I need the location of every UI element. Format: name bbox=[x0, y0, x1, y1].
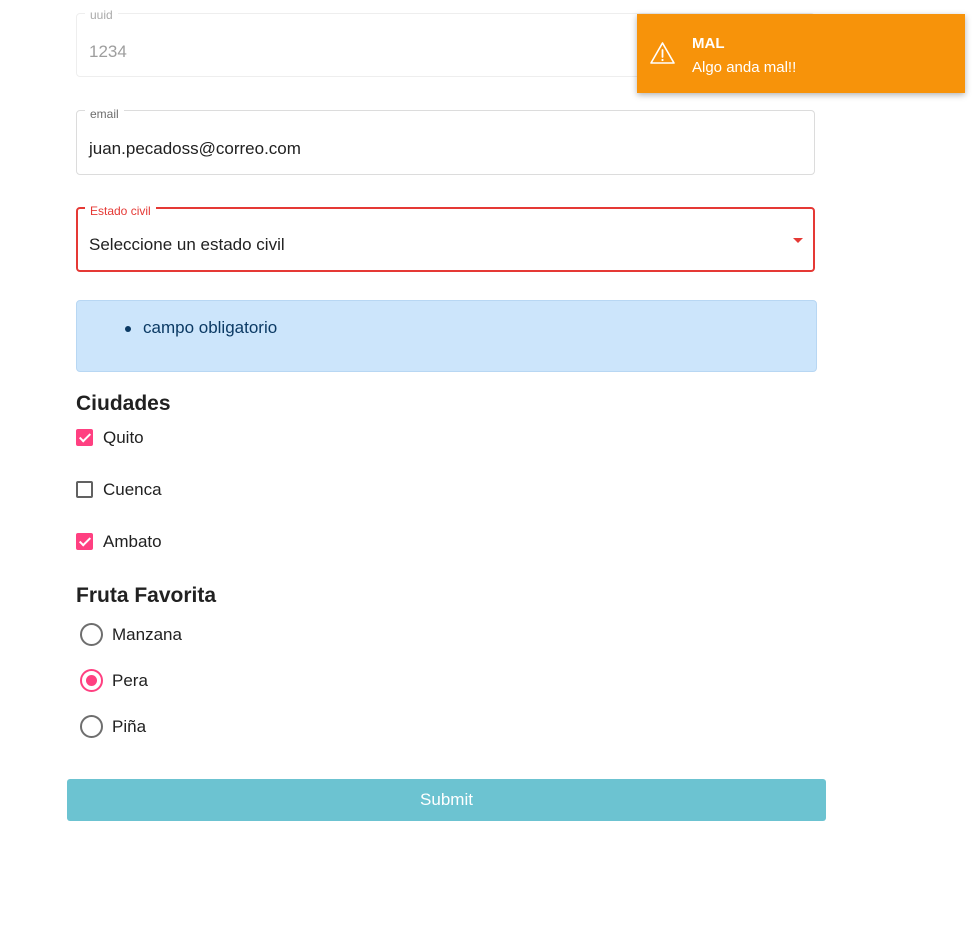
radio-selected-icon[interactable] bbox=[80, 669, 103, 692]
fruta-title: Fruta Favorita bbox=[76, 584, 217, 607]
ciudades-title: Ciudades bbox=[76, 392, 171, 415]
radio-label: Piña bbox=[112, 717, 147, 736]
email-label: email bbox=[85, 107, 124, 121]
bullet-icon bbox=[125, 326, 131, 332]
submit-button[interactable]: Submit bbox=[67, 779, 826, 821]
radio-unselected-icon[interactable] bbox=[80, 715, 103, 738]
warning-icon bbox=[650, 42, 675, 64]
error-item: campo obligatorio bbox=[143, 318, 278, 337]
checkbox-checked-icon[interactable] bbox=[76, 533, 93, 550]
uuid-value[interactable]: 1234 bbox=[89, 41, 127, 63]
estado-civil-select[interactable]: Estado civil Seleccione un estado civil bbox=[76, 204, 815, 272]
estado-civil-value[interactable]: Seleccione un estado civil bbox=[89, 234, 285, 256]
warning-toast[interactable]: MAL Algo anda mal!! bbox=[637, 14, 965, 93]
radio-unselected-icon[interactable] bbox=[80, 623, 103, 646]
checkbox-checked-icon[interactable] bbox=[76, 429, 93, 446]
toast-message: Algo anda mal!! bbox=[692, 59, 797, 76]
checkbox-label: Quito bbox=[103, 428, 144, 447]
email-value[interactable]: juan.pecadoss@correo.com bbox=[89, 138, 301, 160]
validation-alert: campo obligatorio bbox=[76, 300, 817, 372]
chevron-down-icon[interactable] bbox=[793, 238, 803, 243]
estado-civil-label: Estado civil bbox=[85, 204, 156, 218]
radio-label: Manzana bbox=[112, 625, 182, 644]
checkbox-label: Ambato bbox=[103, 532, 162, 551]
email-field[interactable]: email juan.pecadoss@correo.com bbox=[76, 107, 815, 175]
checkbox-label: Cuenca bbox=[103, 480, 162, 499]
checkbox-unchecked-icon[interactable] bbox=[76, 481, 93, 498]
radio-label: Pera bbox=[112, 671, 148, 690]
uuid-label: uuid bbox=[85, 8, 118, 22]
toast-title: MAL bbox=[692, 35, 725, 52]
